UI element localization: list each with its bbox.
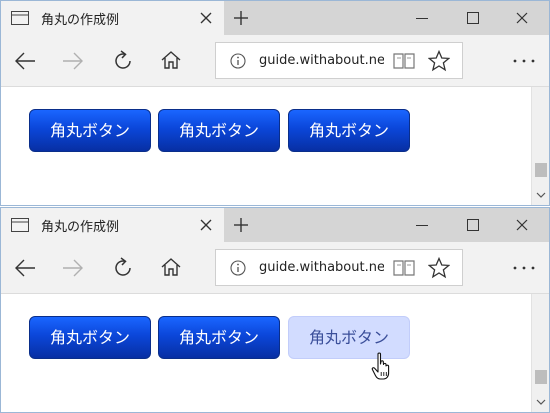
page-icon xyxy=(11,11,29,25)
more-dots-icon[interactable] xyxy=(513,266,535,270)
minimize-icon[interactable] xyxy=(416,18,428,19)
rounded-button-1[interactable]: 角丸ボタン xyxy=(29,316,151,359)
close-icon[interactable] xyxy=(200,219,212,231)
tab-bar: 角丸の作成例 xyxy=(1,1,549,35)
navigation-toolbar: guide.withabout.net xyxy=(1,242,549,294)
refresh-icon[interactable] xyxy=(111,49,135,73)
browser-window-hover: 角丸の作成例 guide.withabout.net 角丸ボタン 角丸ボタン 角… xyxy=(0,207,550,413)
vertical-scrollbar[interactable] xyxy=(531,294,549,412)
tab-title: 角丸の作成例 xyxy=(41,220,120,235)
rounded-button-1[interactable]: 角丸ボタン xyxy=(29,109,151,152)
rounded-button-2[interactable]: 角丸ボタン xyxy=(158,109,280,152)
star-icon[interactable] xyxy=(428,50,450,72)
rounded-button-3[interactable]: 角丸ボタン xyxy=(288,109,410,152)
address-url[interactable]: guide.withabout.net xyxy=(259,260,384,275)
page-icon xyxy=(11,218,29,232)
address-bar[interactable]: guide.withabout.net xyxy=(215,249,463,286)
address-url[interactable]: guide.withabout.net xyxy=(259,53,384,68)
scrollbar-thumb[interactable] xyxy=(535,163,547,177)
info-icon[interactable] xyxy=(230,53,246,69)
vertical-scrollbar[interactable] xyxy=(531,87,549,205)
address-bar[interactable]: guide.withabout.net xyxy=(215,42,463,79)
back-arrow-icon[interactable] xyxy=(14,51,36,71)
maximize-icon[interactable] xyxy=(467,219,479,231)
plus-icon[interactable] xyxy=(233,10,249,26)
page-viewport: 角丸ボタン 角丸ボタン 角丸ボタン xyxy=(1,87,549,205)
minimize-icon[interactable] xyxy=(416,225,428,226)
more-dots-icon[interactable] xyxy=(513,59,535,63)
back-arrow-icon[interactable] xyxy=(14,258,36,278)
tab-title: 角丸の作成例 xyxy=(41,13,120,28)
browser-tab[interactable]: 角丸の作成例 xyxy=(1,1,224,35)
home-icon[interactable] xyxy=(160,49,182,71)
rounded-button-2[interactable]: 角丸ボタン xyxy=(158,316,280,359)
browser-tab[interactable]: 角丸の作成例 xyxy=(1,208,224,242)
chevron-down-icon[interactable] xyxy=(536,191,546,199)
refresh-icon[interactable] xyxy=(111,256,135,280)
close-icon[interactable] xyxy=(516,219,528,231)
forward-arrow-icon[interactable] xyxy=(62,51,84,71)
forward-arrow-icon[interactable] xyxy=(62,258,84,278)
hand-cursor-icon xyxy=(371,352,390,380)
navigation-toolbar: guide.withabout.net xyxy=(1,35,549,87)
info-icon[interactable] xyxy=(230,260,246,276)
page-viewport: 角丸ボタン 角丸ボタン 角丸ボタン xyxy=(1,294,549,412)
tab-bar: 角丸の作成例 xyxy=(1,208,549,242)
close-icon[interactable] xyxy=(516,12,528,24)
plus-icon[interactable] xyxy=(233,217,249,233)
close-icon[interactable] xyxy=(200,12,212,24)
chevron-down-icon[interactable] xyxy=(536,398,546,406)
home-icon[interactable] xyxy=(160,256,182,278)
star-icon[interactable] xyxy=(428,257,450,279)
browser-window-normal: 角丸の作成例 guide.withabout.net 角丸ボタン 角丸ボタン 角… xyxy=(0,0,550,206)
scrollbar-thumb[interactable] xyxy=(535,370,547,384)
maximize-icon[interactable] xyxy=(467,12,479,24)
book-icon[interactable] xyxy=(393,52,415,70)
book-icon[interactable] xyxy=(393,259,415,277)
